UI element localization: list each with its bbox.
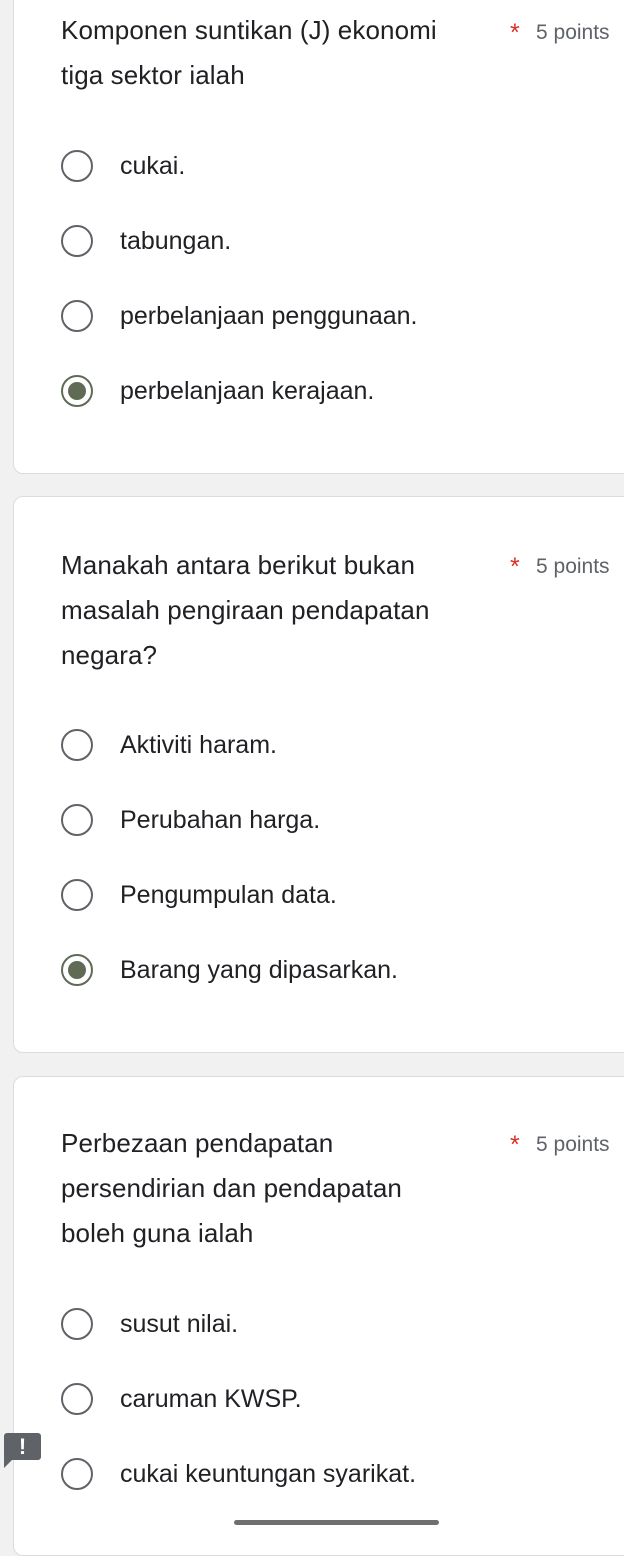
option-label: tabungan. — [120, 227, 232, 255]
points-label: 5 points — [536, 21, 610, 44]
radio-button[interactable] — [61, 300, 93, 332]
question-card-3: Perbezaan pendapatan persendirian dan pe… — [13, 1076, 624, 1556]
option-label: perbelanjaan kerajaan. — [120, 377, 375, 405]
radio-button-selected[interactable] — [61, 375, 93, 407]
option-label: perbelanjaan penggunaan. — [120, 302, 418, 330]
radio-option-perbelanjaan-kerajaan[interactable]: perbelanjaan kerajaan. — [61, 371, 374, 411]
radio-option-perbelanjaan-penggunaan[interactable]: perbelanjaan penggunaan. — [61, 296, 418, 336]
radio-button[interactable] — [61, 879, 93, 911]
question-card-2: Manakah antara berikut bukan masalah pen… — [13, 496, 624, 1053]
option-label: caruman KWSP. — [120, 1385, 302, 1413]
radio-button-selected[interactable] — [61, 954, 93, 986]
radio-option-tabungan[interactable]: tabungan. — [61, 221, 231, 261]
question-text: Komponen suntikan (J) ekonomi tiga sekto… — [61, 15, 437, 90]
radio-option-cukai[interactable]: cukai. — [61, 146, 185, 186]
question-card-1: Komponen suntikan (J) ekonomi tiga sekto… — [13, 0, 624, 474]
required-asterisk: * — [510, 553, 520, 581]
radio-option-pengumpulan-data[interactable]: Pengumpulan data. — [61, 875, 337, 915]
radio-button[interactable] — [61, 1458, 93, 1490]
option-label: Pengumpulan data. — [120, 881, 337, 909]
points-label: 5 points — [536, 1133, 610, 1156]
option-label: cukai keuntungan syarikat. — [120, 1460, 417, 1488]
radio-button[interactable] — [61, 804, 93, 836]
radio-option-caruman-kwsp[interactable]: caruman KWSP. — [61, 1379, 302, 1419]
radio-option-cukai-keuntungan[interactable]: cukai keuntungan syarikat. — [61, 1454, 416, 1494]
option-label: Aktiviti haram. — [120, 731, 277, 759]
radio-button[interactable] — [61, 1383, 93, 1415]
radio-button[interactable] — [61, 225, 93, 257]
option-label: Perubahan harga. — [120, 806, 321, 834]
radio-option-barang-dipasarkan[interactable]: Barang yang dipasarkan. — [61, 950, 398, 990]
radio-button[interactable] — [61, 150, 93, 182]
option-label: cukai. — [120, 152, 186, 180]
radio-selected-dot — [68, 382, 86, 400]
option-label: Barang yang dipasarkan. — [120, 956, 398, 984]
alert-flag-icon[interactable]: ! — [4, 1433, 41, 1460]
required-asterisk: * — [510, 1131, 520, 1159]
question-text: Manakah antara berikut bukan masalah pen… — [61, 550, 430, 670]
radio-button[interactable] — [61, 729, 93, 761]
radio-option-aktiviti-haram[interactable]: Aktiviti haram. — [61, 725, 277, 765]
radio-selected-dot — [68, 961, 86, 979]
option-label: susut nilai. — [120, 1310, 239, 1338]
points-label: 5 points — [536, 555, 610, 578]
home-indicator-bar — [234, 1520, 439, 1525]
radio-option-perubahan-harga[interactable]: Perubahan harga. — [61, 800, 320, 840]
required-asterisk: * — [510, 19, 520, 47]
question-text: Perbezaan pendapatan persendirian dan pe… — [61, 1128, 402, 1248]
radio-option-susut-nilai[interactable]: susut nilai. — [61, 1304, 238, 1344]
alert-flag-tail — [4, 1458, 14, 1468]
radio-button[interactable] — [61, 1308, 93, 1340]
